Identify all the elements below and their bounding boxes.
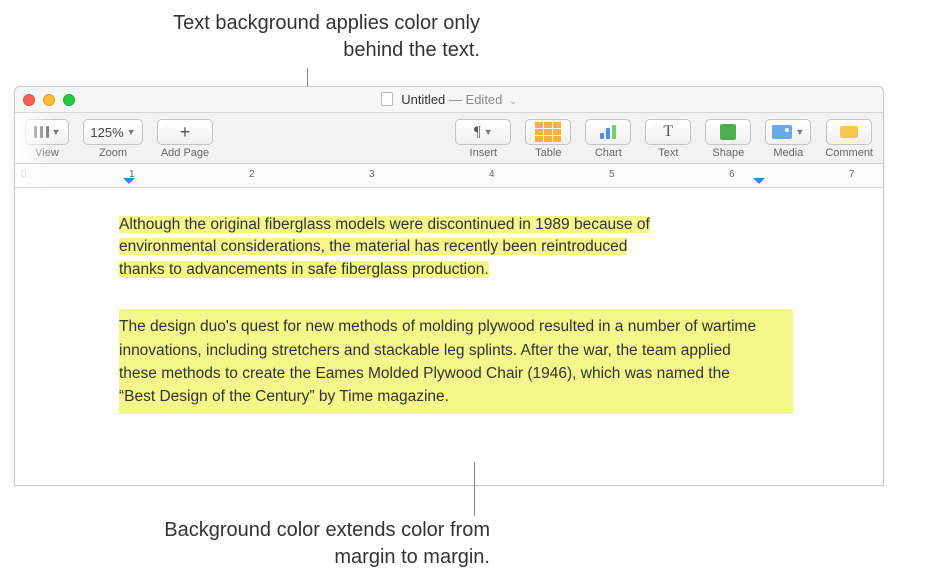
- text-run: Although the original fiberglass models …: [119, 216, 650, 233]
- text-run: thanks to advancements in safe fiberglas…: [119, 261, 489, 278]
- view-label: View: [35, 147, 59, 159]
- toolbar: ▼ View 125% ▼ Zoom + Add Page ¶: [15, 113, 883, 164]
- ruler-mark: 3: [369, 169, 375, 180]
- chevron-down-icon: ▼: [795, 127, 804, 137]
- view-icon: [34, 126, 49, 138]
- media-label: Media: [773, 147, 803, 159]
- document-status: Edited: [466, 92, 503, 107]
- callout-text-background: Text background applies color only behin…: [140, 10, 480, 64]
- view-button[interactable]: ▼: [25, 119, 69, 145]
- insert-button[interactable]: ¶ ▼: [455, 119, 511, 145]
- callout-background-color: Background color extends color from marg…: [160, 517, 490, 571]
- chevron-down-icon: ▼: [484, 127, 493, 137]
- chevron-down-icon: ▼: [127, 127, 136, 137]
- text-run: environmental considerations, the materi…: [119, 238, 627, 255]
- chevron-down-icon: ⌄: [509, 96, 517, 107]
- chart-icon: [600, 125, 616, 139]
- table-label: Table: [535, 147, 561, 159]
- text-button[interactable]: T: [645, 119, 691, 145]
- add-page-label: Add Page: [161, 147, 209, 159]
- comment-button[interactable]: [826, 119, 872, 145]
- paragraph-icon: ¶: [474, 124, 481, 141]
- ruler-mark: 7: [849, 169, 855, 180]
- shape-label: Shape: [712, 147, 744, 159]
- text-run: The design duo's quest for new methods o…: [119, 318, 756, 405]
- media-button[interactable]: ▼: [765, 119, 811, 145]
- paragraph-text-highlight[interactable]: Although the original fiberglass models …: [119, 214, 793, 281]
- shape-button[interactable]: [705, 119, 751, 145]
- document-name: Untitled: [401, 92, 445, 107]
- paragraph-block-highlight[interactable]: The design duo's quest for new methods o…: [119, 309, 793, 414]
- zoom-label: Zoom: [99, 147, 127, 159]
- ruler-mark: 6: [729, 169, 735, 180]
- shape-icon: [720, 124, 736, 140]
- chevron-down-icon: ▼: [52, 127, 61, 137]
- insert-label: Insert: [470, 147, 498, 159]
- ruler[interactable]: 0 1 2 3 4 5 6 7: [15, 164, 883, 188]
- ruler-mark: 2: [249, 169, 255, 180]
- text-icon: T: [663, 123, 673, 141]
- callout-leader-bottom: [474, 462, 475, 516]
- ruler-mark: 4: [489, 169, 495, 180]
- add-page-button[interactable]: +: [157, 119, 213, 145]
- chart-button[interactable]: [585, 119, 631, 145]
- app-window: Untitled — Edited ⌄ ▼ View 125% ▼ Zoo: [14, 86, 884, 486]
- media-icon: [772, 125, 792, 139]
- zoom-value: 125%: [90, 125, 123, 140]
- document-page[interactable]: Although the original fiberglass models …: [15, 188, 883, 486]
- comment-icon: [840, 126, 858, 138]
- zoom-button[interactable]: 125% ▼: [83, 119, 143, 145]
- chart-label: Chart: [595, 147, 622, 159]
- titlebar: Untitled — Edited ⌄: [15, 87, 883, 113]
- document-icon: [381, 92, 393, 106]
- ruler-mark: 0: [21, 169, 27, 180]
- window-title[interactable]: Untitled — Edited ⌄: [15, 92, 883, 107]
- text-label: Text: [658, 147, 678, 159]
- title-separator: —: [449, 92, 466, 107]
- table-icon: [535, 122, 561, 142]
- plus-icon: +: [180, 123, 191, 141]
- table-button[interactable]: [525, 119, 571, 145]
- ruler-mark: 5: [609, 169, 615, 180]
- comment-label: Comment: [825, 147, 873, 159]
